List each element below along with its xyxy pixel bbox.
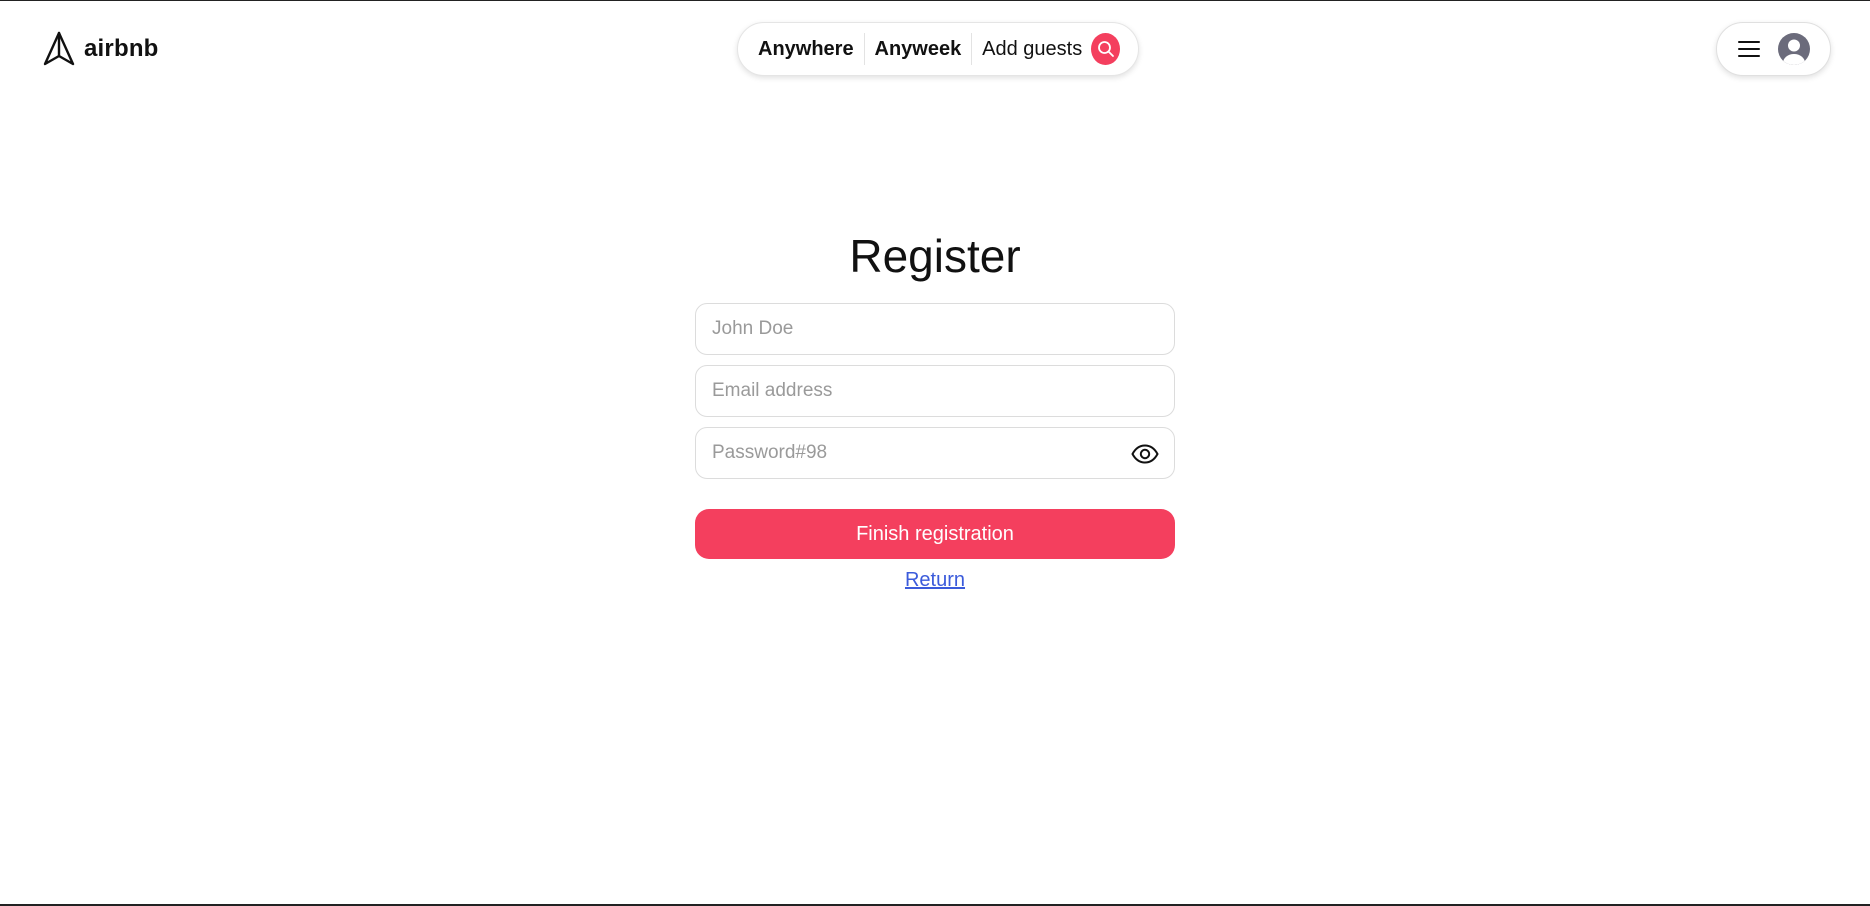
eye-icon: [1131, 444, 1159, 464]
search-button[interactable]: [1091, 33, 1121, 65]
hamburger-menu-icon: [1737, 41, 1760, 57]
paper-plane-icon: [43, 31, 75, 66]
name-field-wrapper: [695, 303, 1175, 355]
page-title: Register: [849, 230, 1021, 282]
top-navbar: airbnb Anywhere Anyweek Add guests: [0, 1, 1870, 101]
finish-registration-button[interactable]: Finish registration: [695, 509, 1175, 559]
user-avatar-icon: [1777, 33, 1810, 65]
logo-text: airbnb: [84, 35, 159, 62]
search-divider: [863, 33, 865, 65]
register-form: Register Finish registration Return: [695, 227, 1175, 591]
search-bar[interactable]: Anywhere Anyweek Add guests: [737, 22, 1139, 76]
email-field[interactable]: [696, 366, 1174, 416]
add-guests-button[interactable]: Add guests: [982, 38, 1082, 61]
anywhere-button[interactable]: Anywhere: [758, 38, 854, 61]
password-field-wrapper: [695, 427, 1175, 479]
password-field[interactable]: [696, 428, 1174, 478]
return-link[interactable]: Return: [695, 569, 1175, 592]
user-menu-button[interactable]: [1716, 22, 1831, 76]
search-icon: [1097, 41, 1114, 57]
anyweek-button[interactable]: Anyweek: [875, 38, 962, 61]
email-field-wrapper: [695, 365, 1175, 417]
search-divider: [971, 33, 973, 65]
logo[interactable]: airbnb: [42, 31, 159, 67]
toggle-password-visibility-button[interactable]: [1130, 440, 1160, 468]
name-field[interactable]: [696, 304, 1174, 354]
